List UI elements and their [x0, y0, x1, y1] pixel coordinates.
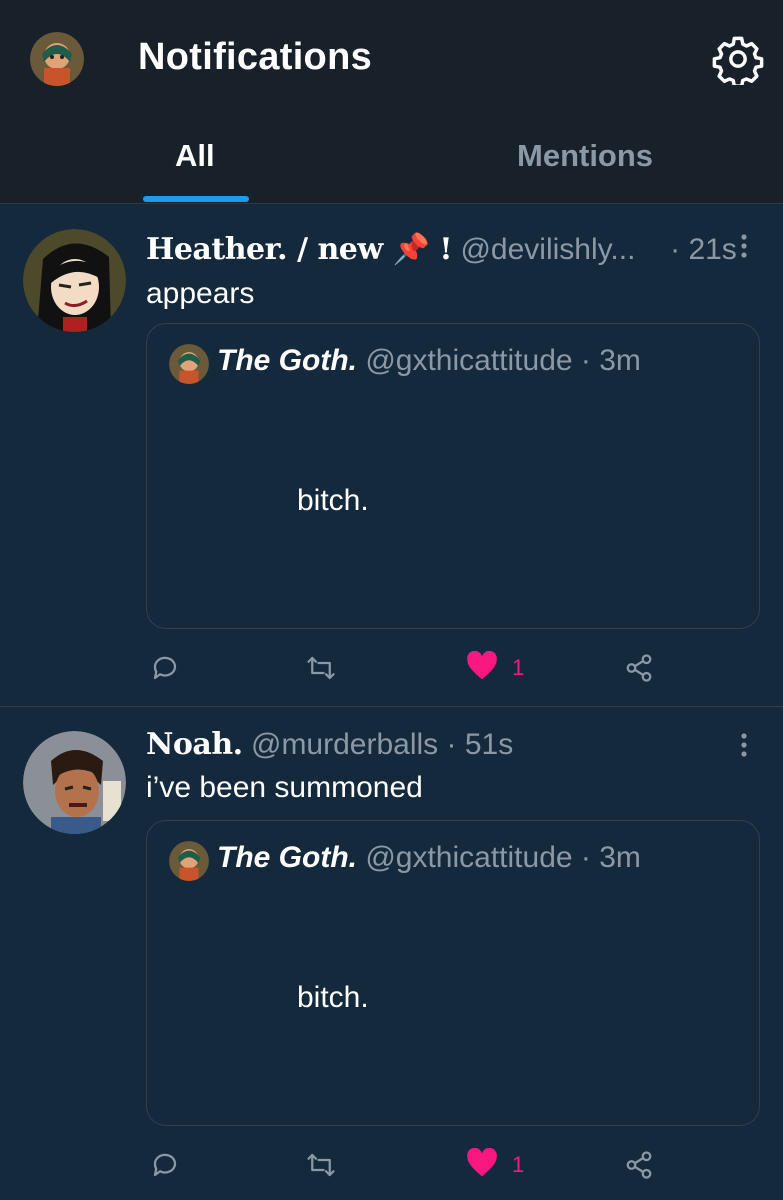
author-line: Heather. / new 📌 ! @devilishly... · 21s [146, 232, 737, 267]
user-handle[interactable]: @devilishly... [460, 233, 635, 266]
author-line: Noah. @murderballs · 51s [146, 727, 513, 762]
like-button[interactable]: 1 [466, 1145, 524, 1185]
more-icon[interactable] [739, 232, 749, 262]
like-button[interactable]: 1 [466, 648, 524, 688]
quoted-display-name: The Goth. [217, 841, 357, 874]
quoted-author-line: The Goth. @gxthicattitude · 3m [217, 344, 641, 378]
like-count: 1 [512, 1152, 525, 1177]
share-icon[interactable] [624, 648, 654, 688]
separator-dot: · [580, 344, 591, 377]
separator-dot: · [446, 728, 457, 761]
notification-item[interactable]: Heather. / new 📌 ! @devilishly... · 21s … [0, 204, 783, 706]
quoted-handle: @gxthicattitude [365, 344, 573, 377]
retweet-icon[interactable] [304, 1145, 338, 1185]
settings-gear-icon[interactable] [712, 33, 764, 88]
profile-avatar[interactable] [30, 32, 84, 86]
quoted-post[interactable]: The Goth. @gxthicattitude · 3m bitch. [146, 323, 760, 629]
timestamp[interactable]: 51s [465, 728, 513, 761]
user-avatar[interactable] [23, 229, 126, 332]
retweet-icon[interactable] [304, 648, 338, 688]
more-icon[interactable] [739, 731, 749, 761]
user-avatar[interactable] [23, 731, 126, 834]
quoted-text: bitch. [297, 981, 369, 1014]
active-tab-indicator [143, 196, 249, 202]
tab-all[interactable]: All [175, 138, 215, 174]
notification-item[interactable]: Noah. @murderballs · 51s i’ve been summo… [0, 707, 783, 1200]
reply-icon[interactable] [150, 648, 180, 688]
quoted-timestamp: 3m [599, 841, 641, 874]
user-handle[interactable]: @murderballs [251, 728, 438, 761]
quoted-display-name: The Goth. [217, 344, 357, 377]
display-name[interactable]: Heather. / new 📌 ! [146, 232, 453, 267]
reply-icon[interactable] [150, 1145, 180, 1185]
quoted-text: bitch. [297, 484, 369, 517]
like-count: 1 [512, 655, 525, 680]
separator-dot: · [580, 841, 591, 874]
page-title: Notifications [138, 36, 373, 78]
quoted-timestamp: 3m [599, 344, 641, 377]
action-bar: 1 [146, 1145, 686, 1185]
top-header: Notifications All Mentions [0, 0, 783, 204]
action-bar: 1 [146, 648, 686, 688]
post-text: appears [146, 277, 255, 310]
display-name[interactable]: Noah. [146, 727, 243, 762]
tab-mentions[interactable]: Mentions [517, 138, 653, 174]
quoted-handle: @gxthicattitude [365, 841, 573, 874]
heart-icon [466, 650, 498, 686]
separator-dot: · [670, 233, 681, 266]
share-icon[interactable] [624, 1145, 654, 1185]
quoted-avatar[interactable] [169, 344, 209, 384]
heart-icon [466, 1147, 498, 1183]
timestamp[interactable]: 21s [688, 233, 736, 266]
quoted-author-line: The Goth. @gxthicattitude · 3m [217, 841, 641, 875]
post-text: i’ve been summoned [146, 771, 423, 804]
quoted-post[interactable]: The Goth. @gxthicattitude · 3m bitch. [146, 820, 760, 1126]
quoted-avatar[interactable] [169, 841, 209, 881]
